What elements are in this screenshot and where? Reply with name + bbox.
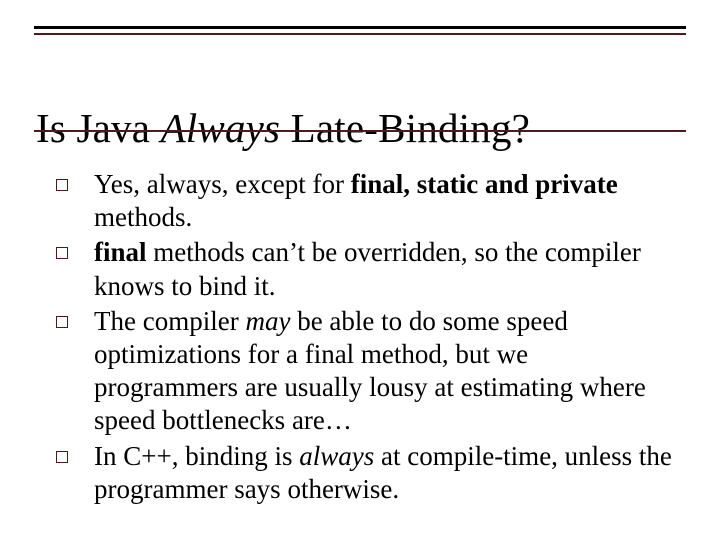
bullet-square-icon <box>56 179 68 191</box>
title-em: Always <box>161 105 281 151</box>
list-item: Yes, always, except for final, static an… <box>56 168 676 234</box>
bullet-square-icon <box>56 451 68 463</box>
title-post: Late-Binding? <box>280 105 530 151</box>
bullet-square-icon <box>56 247 68 259</box>
bullet-text: The compiler may be able to do some spee… <box>94 305 676 438</box>
slide-title: Is Java Always Late-Binding? <box>36 107 684 150</box>
bullet-text: In C++, binding is always at compile-tim… <box>94 440 676 506</box>
list-item: In C++, binding is always at compile-tim… <box>56 440 676 506</box>
list-item: The compiler may be able to do some spee… <box>56 305 676 438</box>
title-underline <box>34 130 686 132</box>
bullet-text: Yes, always, except for final, static an… <box>94 168 676 234</box>
bullet-list: Yes, always, except for final, static an… <box>56 168 676 508</box>
title-pre: Is Java <box>36 105 161 151</box>
top-rule <box>34 26 686 29</box>
top-rule-accent <box>34 33 686 35</box>
list-item: final methods can’t be overridden, so th… <box>56 236 676 302</box>
bullet-square-icon <box>56 316 68 328</box>
bullet-text: final methods can’t be overridden, so th… <box>94 236 676 302</box>
